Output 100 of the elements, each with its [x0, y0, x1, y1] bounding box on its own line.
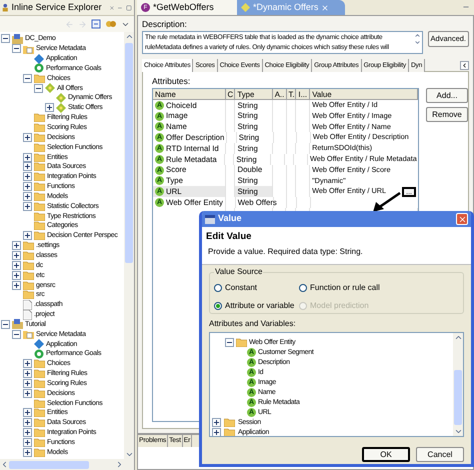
folder-icon: [23, 241, 34, 250]
radio-label: Constant: [225, 282, 258, 294]
folder-icon: [34, 74, 45, 83]
choice-icon: [56, 102, 66, 113]
horizontal-scrollbar[interactable]: [0, 459, 134, 470]
expand-icon[interactable]: [45, 103, 54, 112]
scroll-right-icon[interactable]: [115, 460, 124, 469]
scroll-down-icon[interactable]: [454, 427, 462, 436]
collapse-all-icon[interactable]: [91, 19, 101, 29]
expand-icon[interactable]: [23, 192, 32, 201]
window-icon: [205, 214, 215, 224]
folder-icon: [23, 280, 34, 290]
folder-icon: [34, 202, 45, 211]
dialog-message: Provide a value. Required data type: String.: [207, 247, 364, 257]
radio-button[interactable]: [214, 302, 222, 310]
expand-icon[interactable]: [23, 388, 32, 398]
expand-icon[interactable]: [23, 378, 32, 388]
dialog-title: Value: [218, 212, 242, 226]
folder-icon: [34, 123, 45, 132]
expand-icon[interactable]: [12, 250, 21, 260]
expand-icon[interactable]: [23, 182, 32, 192]
scroll-down-icon[interactable]: [124, 450, 134, 459]
remove-button[interactable]: Remove: [426, 107, 468, 122]
maximize-icon[interactable]: [126, 4, 132, 12]
folder-icon: [34, 172, 45, 182]
ok-button[interactable]: OK: [362, 447, 410, 462]
description-label: Description:: [142, 19, 188, 29]
expand-icon[interactable]: [12, 260, 21, 270]
folder-icon: [34, 162, 45, 172]
expand-icon[interactable]: [212, 418, 221, 426]
radio-label: Model prediction: [310, 300, 369, 312]
scroll-left-icon[interactable]: [460, 60, 469, 70]
folder-icon: [34, 212, 45, 221]
collapse-icon[interactable]: [12, 44, 21, 54]
collapse-icon[interactable]: [34, 84, 43, 93]
choice-icon: [56, 92, 66, 103]
expand-icon[interactable]: [23, 202, 32, 211]
close-icon[interactable]: [321, 4, 330, 12]
expand-icon[interactable]: [23, 152, 32, 162]
goal-icon: [34, 348, 44, 359]
vertical-scrollbar[interactable]: [453, 333, 463, 436]
scroll-up-icon[interactable]: [454, 333, 462, 342]
attributes-label: Attributes:: [152, 76, 192, 86]
folder-icon: [34, 378, 45, 388]
folder-icon: [23, 260, 34, 270]
project-icon: [12, 319, 23, 330]
collapse-icon[interactable]: [1, 320, 10, 329]
radio-label: Attribute or variable: [225, 300, 294, 312]
expand-icon[interactable]: [212, 428, 221, 436]
folder-icon: [236, 338, 247, 346]
collapse-icon[interactable]: [12, 330, 21, 339]
expand-icon[interactable]: [23, 438, 32, 448]
scroll-down-icon[interactable]: [414, 39, 422, 46]
add-button[interactable]: Add...: [426, 88, 468, 103]
diamond-icon: [34, 54, 44, 64]
expand-icon[interactable]: [23, 162, 32, 172]
folder-icon: [34, 388, 45, 398]
dialog-heading: Edit Value: [206, 231, 252, 242]
radio-button[interactable]: [299, 284, 307, 292]
scroll-up-icon[interactable]: [124, 32, 134, 41]
folder-icon: [34, 438, 45, 448]
cancel-button[interactable]: Cancel: [416, 447, 464, 462]
expand-icon[interactable]: [23, 448, 32, 457]
folder-icon: [34, 448, 45, 457]
expand-icon[interactable]: [23, 132, 32, 142]
expand-icon[interactable]: [12, 241, 21, 250]
choice-icon: [45, 83, 55, 94]
expand-icon[interactable]: [23, 359, 32, 368]
scroll-up-icon[interactable]: [414, 32, 422, 39]
folder-icon: [34, 182, 45, 192]
metadata-icon: [23, 329, 34, 340]
expand-icon[interactable]: [23, 408, 32, 418]
folder-icon: [34, 142, 45, 152]
close-icon: [458, 214, 466, 224]
link-icon[interactable]: [105, 19, 117, 29]
folder-icon: [34, 113, 45, 122]
folder-icon: [34, 418, 45, 428]
project-icon: [12, 34, 23, 44]
tree-label: Attributes and Variables:: [209, 319, 297, 329]
collapse-icon[interactable]: [23, 74, 32, 83]
folder-icon: [34, 231, 45, 240]
folder-icon: [34, 398, 45, 408]
panel-title: Inline Service Explorer: [12, 3, 102, 12]
folder-icon: [34, 428, 45, 438]
expand-icon[interactable]: [23, 369, 32, 378]
expand-icon[interactable]: [12, 270, 21, 280]
expand-icon[interactable]: [23, 172, 32, 182]
expand-icon[interactable]: [23, 418, 32, 428]
collapse-icon[interactable]: [1, 34, 10, 44]
expand-icon[interactable]: [12, 280, 21, 290]
choice-icon: [241, 3, 250, 12]
expand-icon[interactable]: [23, 231, 32, 240]
expand-icon[interactable]: [23, 428, 32, 438]
vertical-scrollbar[interactable]: [124, 32, 134, 459]
collapse-icon[interactable]: [225, 338, 234, 346]
close-button[interactable]: [456, 213, 468, 225]
folder-icon: [34, 192, 45, 201]
radio-button[interactable]: [214, 284, 222, 292]
close-icon[interactable]: [108, 4, 114, 12]
folder-icon: [34, 132, 45, 142]
